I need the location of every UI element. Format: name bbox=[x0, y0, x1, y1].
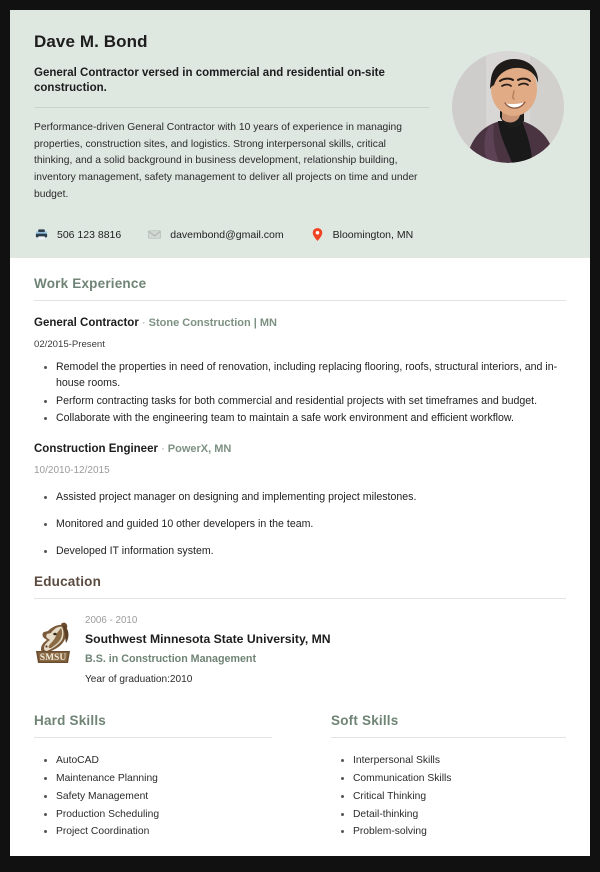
list-item: Monitored and guided 10 other developers… bbox=[44, 517, 566, 532]
location-pin-icon bbox=[310, 227, 325, 242]
section-education: Education SMSU 2006 - 2010 Southwest Min… bbox=[34, 574, 566, 685]
education-graduation: Year of graduation:2010 bbox=[85, 674, 193, 686]
header-text-block: Dave M. Bond General Contractor versed i… bbox=[34, 32, 434, 203]
resume-header: Dave M. Bond General Contractor versed i… bbox=[10, 10, 590, 220]
list-item: Perform contracting tasks for both comme… bbox=[44, 394, 566, 410]
avatar bbox=[452, 51, 564, 163]
job-header: General Contractor · Stone Construction | … bbox=[34, 317, 566, 329]
list-item: Developed IT information system. bbox=[44, 544, 566, 559]
section-divider bbox=[34, 300, 566, 302]
section-divider bbox=[34, 598, 566, 600]
section-divider bbox=[34, 737, 272, 739]
list-item: Assisted project manager on designing an… bbox=[44, 490, 566, 505]
section-work-experience: Work Experience General Contractor · Stone… bbox=[34, 276, 566, 558]
contact-location[interactable]: Bloomington, MN bbox=[310, 227, 414, 242]
hard-skills-list: AutoCAD Maintenance Planning Safety Mana… bbox=[34, 752, 300, 841]
section-divider bbox=[331, 737, 566, 739]
candidate-name: Dave M. Bond bbox=[34, 32, 148, 51]
contact-row: 506 123 8816 davembond@gmail.com Bloomin… bbox=[10, 219, 590, 259]
contact-phone[interactable]: 506 123 8816 bbox=[34, 227, 121, 242]
list-item: Maintenance Planning bbox=[44, 770, 300, 788]
portrait-photo bbox=[452, 51, 564, 163]
job-title: General Contractor bbox=[34, 317, 139, 330]
list-item: AutoCAD bbox=[44, 752, 300, 770]
contact-email-value: davembond@gmail.com bbox=[170, 228, 284, 241]
education-school: Southwest Minnesota State University, MN bbox=[85, 632, 331, 647]
candidate-tagline: General Contractor versed in commercial … bbox=[34, 67, 385, 94]
header-divider bbox=[34, 106, 430, 108]
smsu-mustang-logo: SMSU bbox=[34, 621, 72, 665]
resume-page: Dave M. Bond General Contractor versed i… bbox=[10, 10, 590, 856]
list-item: Interpersonal Skills bbox=[341, 752, 566, 770]
job-entry: General Contractor · Stone Construction | … bbox=[34, 317, 566, 427]
hard-skills-heading: Hard Skills bbox=[34, 713, 106, 729]
job-bullets: Remodel the properties in need of renova… bbox=[34, 360, 566, 427]
resume-body: Work Experience General Contractor · Stone… bbox=[10, 258, 590, 841]
phone-icon bbox=[34, 227, 49, 242]
list-item: Problem-solving bbox=[341, 823, 566, 841]
job-company: PowerX, MN bbox=[167, 442, 232, 455]
list-item: Safety Management bbox=[44, 788, 300, 806]
list-item: Project Coordination bbox=[44, 823, 300, 841]
education-entry: SMSU 2006 - 2010 Southwest Minnesota Sta… bbox=[34, 615, 566, 685]
job-dates: 10/2010-12/2015 bbox=[34, 464, 110, 476]
soft-skills-heading: Soft Skills bbox=[331, 713, 399, 729]
list-item: Detail-thinking bbox=[341, 806, 566, 824]
education-heading: Education bbox=[34, 574, 102, 590]
job-header: Construction Engineer · PowerX, MN bbox=[34, 443, 566, 455]
job-bullets: Assisted project manager on designing an… bbox=[34, 490, 566, 558]
job-entry: Construction Engineer · PowerX, MN 10/2010… bbox=[34, 443, 566, 558]
education-years: 2006 - 2010 bbox=[85, 615, 138, 627]
contact-email[interactable]: davembond@gmail.com bbox=[147, 227, 284, 242]
list-item: Remodel the properties in need of renova… bbox=[44, 360, 566, 391]
list-item: Critical Thinking bbox=[341, 788, 566, 806]
job-dates: 02/2015-Present bbox=[34, 339, 105, 351]
screen: Dave M. Bond General Contractor versed i… bbox=[0, 0, 600, 872]
email-icon bbox=[147, 227, 162, 242]
list-item: Collaborate with the engineering team to… bbox=[44, 411, 566, 427]
list-item: Production Scheduling bbox=[44, 806, 300, 824]
list-item: Communication Skills bbox=[341, 770, 566, 788]
job-title: Construction Engineer bbox=[34, 442, 158, 455]
contact-phone-value: 506 123 8816 bbox=[57, 228, 122, 241]
soft-skills-list: Interpersonal Skills Communication Skill… bbox=[331, 752, 566, 841]
work-experience-heading: Work Experience bbox=[34, 276, 147, 292]
job-company: Stone Construction | MN bbox=[148, 317, 278, 330]
education-details: 2006 - 2010 Southwest Minnesota State Un… bbox=[85, 615, 331, 685]
svg-text:SMSU: SMSU bbox=[40, 653, 67, 663]
section-skills: Hard Skills AutoCAD Maintenance Planning… bbox=[34, 713, 566, 841]
job-separator: · bbox=[141, 317, 146, 330]
soft-skills-column: Soft Skills Interpersonal Skills Communi… bbox=[300, 713, 566, 841]
job-separator: · bbox=[160, 442, 165, 455]
contact-location-value: Bloomington, MN bbox=[332, 228, 414, 241]
education-degree: B.S. in Construction Management bbox=[85, 653, 257, 666]
candidate-summary: Performance-driven General Contractor wi… bbox=[34, 121, 418, 200]
hard-skills-column: Hard Skills AutoCAD Maintenance Planning… bbox=[34, 713, 300, 841]
